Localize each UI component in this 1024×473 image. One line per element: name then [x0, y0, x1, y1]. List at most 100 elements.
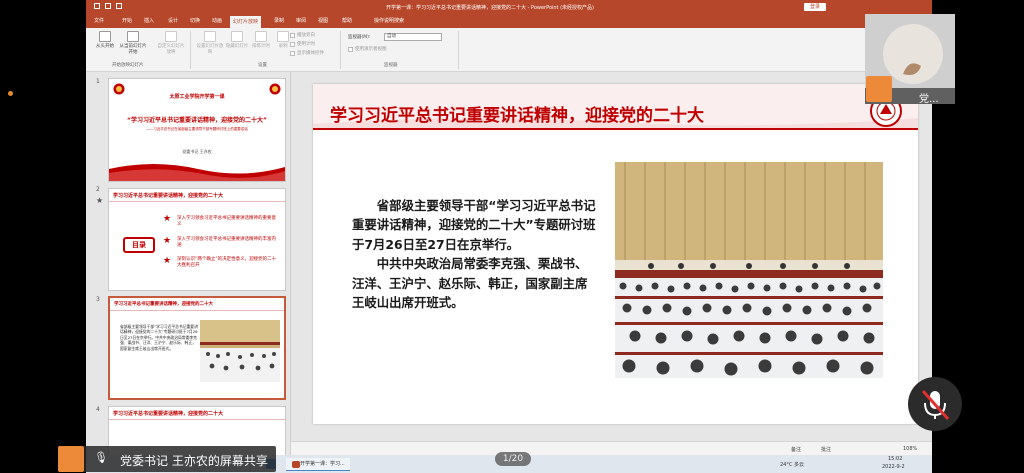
from-current-button[interactable]: 从当前幻灯片开始 — [118, 31, 148, 56]
thumb-header: 学习习近平总书记重要讲话精神，迎接党的二十大 — [113, 411, 224, 417]
slide-thumbnail-3[interactable]: 学习习近平总书记重要讲话精神，迎接党的二十大 省部级主要领导干部“学习习近平总书… — [108, 296, 286, 400]
slide-thumbnails-pane: 1 太原工业学院开学第一课 “学习习近平总书记重要讲话精神，迎接党的二十大” —… — [86, 72, 291, 473]
current-slide[interactable]: 学习习近平总书记重要讲话精神，迎接党的二十大 省部级主要领导干部“学习习近平总书… — [313, 84, 918, 424]
checkbox-box — [290, 32, 295, 38]
thumb-header-line — [110, 310, 284, 311]
presenter-view-label: 使用演示者视图 — [355, 47, 387, 52]
monitor-select[interactable]: 自动 — [384, 33, 442, 41]
tab-record[interactable]: 录制 — [274, 17, 284, 24]
slide-title-underline — [313, 128, 918, 130]
thumb-header: 学习习近平总书记重要讲话精神，迎接党的二十大 — [114, 302, 213, 307]
mute-button[interactable] — [908, 377, 962, 431]
taskbar-app-label: 开学第一课：学习... — [300, 461, 345, 467]
custom-show-button[interactable]: 自定义幻灯片放映 — [156, 31, 186, 56]
tab-home[interactable]: 开始 — [122, 17, 132, 24]
hide-slide-label: 隐藏幻灯片 — [225, 44, 249, 49]
slide-number: 1 — [96, 78, 100, 85]
monitor-value: 自动 — [387, 34, 396, 39]
custom-show-icon — [165, 31, 177, 42]
thumb-main-title: “学习习近平总书记重要讲话精神，迎接党的二十大” — [127, 117, 267, 124]
tab-transitions[interactable]: 切换 — [190, 17, 200, 24]
thumb-author: 党委书记 王亦农 — [182, 149, 212, 154]
save-icon[interactable] — [94, 3, 100, 9]
clock-date[interactable]: 2022-9-2 — [882, 464, 905, 470]
setup-show-button[interactable]: 设置幻灯片放映 — [196, 31, 224, 56]
redo-icon[interactable] — [116, 3, 122, 9]
slide-number: 4 — [96, 406, 100, 413]
use-timing-checkbox[interactable]: 使用计时 — [290, 41, 315, 47]
ribbon-separator — [458, 31, 459, 69]
thumb-menu-item: 深入学习领会习近平总书记重要讲话精神的丰富内涵 — [177, 237, 276, 248]
hide-slide-button[interactable]: 隐藏幻灯片 — [224, 31, 250, 50]
slide-title: 学习习近平总书记重要讲话精神，迎接党的二十大 — [330, 106, 704, 126]
comments-button[interactable]: 批注 — [821, 446, 831, 453]
show-media-checkbox[interactable]: 显示媒体控件 — [290, 50, 324, 56]
zoom-level[interactable]: 108% — [903, 446, 917, 452]
weather[interactable]: 24°C 多云 — [780, 461, 804, 468]
thumb-subtitle: ——习近平总书记在省部级主要领导干部专题研讨班上的重要讲话 — [146, 127, 248, 131]
participant-avatar-icon — [866, 76, 892, 102]
checkbox-box — [348, 46, 353, 52]
ribbon-tabs: 文件 开始 插入 设计 切换 动画 幻灯片放映 录制 审阅 视图 帮助 操作说明… — [86, 14, 932, 28]
monitor-label: 监视器(M): — [348, 35, 371, 40]
participant-name: 党... — [919, 94, 939, 105]
play-narration-checkbox[interactable]: 播放旁白 — [290, 32, 315, 38]
tab-insert[interactable]: 插入 — [144, 17, 154, 24]
thumb-header: 学习习近平总书记重要讲话精神，迎接党的二十大 — [113, 193, 224, 199]
clock-time[interactable]: 15:02 — [888, 456, 902, 462]
group-setup: 设置 — [258, 63, 267, 68]
ribbon-separator — [190, 31, 191, 69]
record-label: 录制 — [278, 44, 288, 49]
checkbox-box — [290, 50, 295, 56]
show-media-label: 显示媒体控件 — [297, 51, 324, 56]
tab-help[interactable]: 帮助 — [342, 17, 352, 24]
slide-paragraph: 中共中央政治局常委李克强、栗战书、汪洋、王沪宁、赵乐际、韩正，国家副主席王岐山出… — [352, 256, 588, 311]
quick-access-toolbar — [94, 3, 122, 9]
slide-number: 3 — [96, 296, 100, 303]
tab-animations[interactable]: 动画 — [212, 17, 222, 24]
custom-show-label: 自定义幻灯片放映 — [157, 44, 185, 55]
thumb-menu-item: 深刻认识“两个确立”的决定性意义，迎接党的二十大胜利召开 — [177, 257, 277, 268]
title-bar: 开学第一课：学习习近平总书记重要讲话精神，迎接党的二十大 - PowerPoin… — [86, 0, 932, 14]
from-current-label: 从当前幻灯片开始 — [119, 44, 147, 55]
thumb-school-title: 太原工业学院开学第一课 — [169, 94, 225, 100]
tab-review[interactable]: 审阅 — [296, 17, 306, 24]
presenter-avatar-icon — [58, 446, 84, 472]
signin-button[interactable]: 登录 — [804, 3, 826, 11]
microphone-icon: 🎙 — [94, 451, 108, 464]
play-narration-label: 播放旁白 — [297, 33, 315, 38]
group-monitor: 监视器 — [384, 63, 398, 68]
slide-thumbnail-1[interactable]: 太原工业学院开学第一课 “学习习近平总书记重要讲话精神，迎接党的二十大” ——习… — [108, 78, 286, 182]
checkbox-box — [290, 41, 295, 47]
use-timing-label: 使用计时 — [297, 42, 315, 47]
setup-icon — [204, 31, 216, 42]
thumb-menu-label: 目录 — [123, 237, 155, 253]
screen-share-label: 党委书记 王亦农的屏幕共享 — [58, 446, 276, 472]
notes-button[interactable]: 备注 — [791, 446, 801, 453]
tell-me-search[interactable]: 操作说明搜索 — [374, 17, 404, 24]
thumb-header-line — [109, 419, 285, 420]
window-title: 开学第一课：学习习近平总书记重要讲话精神，迎接党的二十大 - PowerPoin… — [386, 5, 595, 11]
play-current-icon — [127, 31, 139, 42]
red-wave-decoration — [109, 164, 285, 181]
undo-icon[interactable] — [105, 3, 111, 9]
star-icon: ★ — [163, 236, 172, 246]
ribbon: 从头开始 从当前幻灯片开始 自定义幻灯片放映 开始放映幻灯片 设置幻灯片放映 隐… — [86, 28, 932, 72]
group-start: 开始放映幻灯片 — [112, 63, 144, 68]
microphone-muted-icon — [921, 390, 950, 420]
tab-design[interactable]: 设计 — [168, 17, 178, 24]
thumb-header-line — [109, 201, 285, 202]
from-start-button[interactable]: 从头开始 — [92, 31, 118, 50]
tab-file[interactable]: 文件 — [94, 17, 104, 24]
status-dot — [8, 91, 13, 96]
record-icon — [277, 31, 289, 42]
tab-slideshow[interactable]: 幻灯片放映 — [230, 16, 262, 28]
presenter-view-checkbox[interactable]: 使用演示者视图 — [348, 46, 387, 52]
from-start-label: 从头开始 — [96, 44, 114, 49]
hide-slide-icon — [231, 31, 243, 42]
timer-icon — [255, 31, 267, 42]
tab-view[interactable]: 视图 — [318, 17, 328, 24]
thumb-body-text: 省部级主要领导干部“学习习近平总书记重要讲话精神，迎接党的二十大”专题研讨班于7… — [120, 324, 198, 351]
slide-thumbnail-2[interactable]: 学习习近平总书记重要讲话精神，迎接党的二十大 目录 ★ ★ ★ 深入学习领会习近… — [108, 188, 286, 291]
play-icon — [99, 31, 111, 42]
